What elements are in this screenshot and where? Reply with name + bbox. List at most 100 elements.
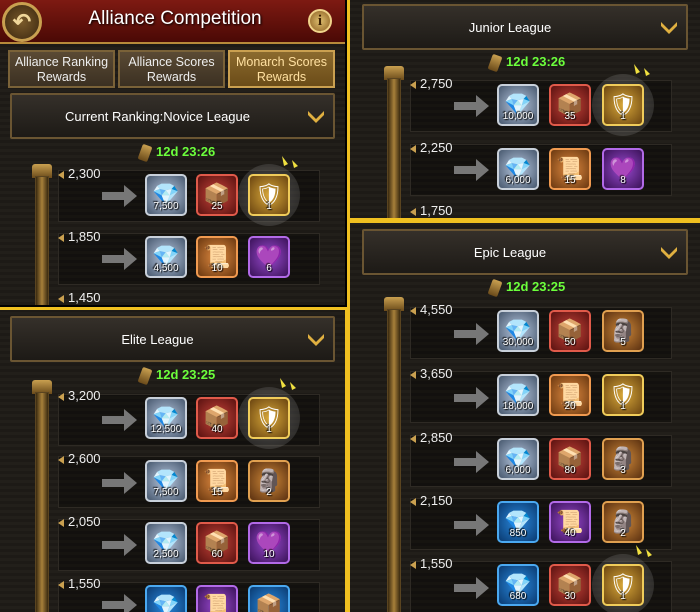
arrow-right-icon	[102, 594, 137, 612]
statue-reward-icon[interactable]: 🗿 2	[602, 501, 644, 543]
sparkle-icon	[636, 545, 652, 557]
score-pole	[387, 78, 401, 218]
arrow-right-icon	[454, 514, 489, 536]
tab-alliance-ranking-rewards[interactable]: Alliance Ranking Rewards	[8, 50, 115, 88]
chest-reward-icon[interactable]: 📦 25	[196, 174, 238, 216]
scroll-reward-icon[interactable]: 📜 10	[196, 236, 238, 278]
scroll-reward-icon[interactable]: 📜 15	[549, 148, 591, 190]
score-threshold: 1,550	[58, 576, 101, 591]
scroll-reward-icon[interactable]: 📜 15	[196, 460, 238, 502]
score-threshold: 2,300	[58, 166, 101, 181]
league-selector-label: Junior League	[468, 20, 552, 35]
gem-reward-icon[interactable]: 💎 2,500	[145, 522, 187, 564]
arrow-right-icon	[454, 95, 489, 117]
score-threshold: 3,200	[58, 388, 101, 403]
score-threshold: 2,250	[410, 140, 453, 155]
score-threshold: 1,450	[58, 290, 101, 305]
arrow-right-icon	[102, 409, 137, 431]
sparkle-icon	[280, 378, 296, 390]
score-threshold: 2,150	[410, 493, 453, 508]
purple-chest-reward-icon[interactable]: 💜 8	[602, 148, 644, 190]
league-selector-label: Current Ranking:Novice League	[65, 109, 250, 124]
league-selector[interactable]: Elite League	[10, 316, 335, 362]
league-selector[interactable]: Current Ranking:Novice League	[10, 93, 335, 139]
crest-reward-icon[interactable]: 🛡 1	[602, 564, 644, 606]
chest-reward-icon[interactable]: 📦 50	[549, 310, 591, 352]
gem-reward-icon[interactable]: 💎 12,500	[145, 397, 187, 439]
novice-pane: ↶ Alliance Competition i Alliance Rankin…	[0, 0, 345, 305]
sparkle-icon	[282, 156, 298, 168]
tab-alliance-scores-rewards[interactable]: Alliance Scores Rewards	[118, 50, 225, 88]
gem-reward-icon[interactable]: 💎 6,000	[497, 148, 539, 190]
arrow-right-icon	[454, 323, 489, 345]
chest-reward-icon[interactable]: 📦 30	[549, 564, 591, 606]
score-pole	[35, 176, 49, 305]
blue-shard-reward-icon[interactable]: 💎	[145, 585, 187, 612]
crest-reward-icon[interactable]: 🛡 1	[602, 84, 644, 126]
score-threshold: 1,850	[58, 229, 101, 244]
crest-reward-icon[interactable]: 🛡 1	[248, 397, 290, 439]
gem-reward-icon[interactable]: 💎 10,000	[497, 84, 539, 126]
league-selector-label: Epic League	[473, 245, 547, 260]
score-threshold: 2,050	[58, 514, 101, 529]
gem-reward-icon[interactable]: 💎 7,500	[145, 460, 187, 502]
score-pole	[387, 309, 401, 612]
timer-text: 12d 23:25	[506, 279, 566, 294]
score-threshold: 2,750	[410, 76, 453, 91]
event-timer: 12d 23:25	[137, 366, 216, 385]
score-threshold: 2,600	[58, 451, 101, 466]
purple-chest-reward-icon[interactable]: 💜 6	[248, 236, 290, 278]
epic-pane: Epic League 12d 23:25 4,550 💎 30,000 📦 50 …	[350, 223, 700, 612]
purple-chest-reward-icon[interactable]: 💜 10	[248, 522, 290, 564]
purple-scroll-reward-icon[interactable]: 📜	[196, 585, 238, 612]
crest-reward-icon[interactable]: 🛡 1	[248, 174, 290, 216]
arrow-right-icon	[454, 451, 489, 473]
hourglass-icon	[137, 143, 153, 162]
timer-text: 12d 23:25	[156, 367, 216, 382]
league-selector[interactable]: Junior League	[362, 4, 688, 50]
league-selector-label: Elite League	[121, 332, 194, 347]
gem-reward-icon[interactable]: 💎 18,000	[497, 374, 539, 416]
statue-reward-icon[interactable]: 🗿 2	[248, 460, 290, 502]
gem-reward-icon[interactable]: 💎 4,500	[145, 236, 187, 278]
league-selector[interactable]: Epic League	[362, 229, 688, 275]
tab-monarch-scores-rewards[interactable]: Monarch Scores Rewards	[228, 50, 335, 88]
statue-reward-icon[interactable]: 🗿 5	[602, 310, 644, 352]
gem-reward-icon[interactable]: 💎 30,000	[497, 310, 539, 352]
arrow-right-icon	[454, 577, 489, 599]
timer-text: 12d 23:26	[156, 144, 216, 159]
title-bar: ↶ Alliance Competition i	[0, 0, 345, 44]
statue-reward-icon[interactable]: 🗿 3	[602, 438, 644, 480]
chest-reward-icon[interactable]: 📦 80	[549, 438, 591, 480]
event-timer: 12d 23:25	[487, 278, 566, 297]
info-icon[interactable]: i	[308, 9, 332, 33]
scroll-reward-icon[interactable]: 📜 20	[549, 374, 591, 416]
arrow-right-icon	[102, 534, 137, 556]
score-threshold: 2,850	[410, 430, 453, 445]
event-timer: 12d 23:26	[487, 53, 566, 72]
back-arrow-icon[interactable]: ↶	[2, 2, 42, 42]
chevron-down-icon	[308, 334, 324, 346]
chest-reward-icon[interactable]: 📦 35	[549, 84, 591, 126]
purple-scroll-reward-icon[interactable]: 📜 40	[549, 501, 591, 543]
chevron-down-icon	[661, 247, 677, 259]
timer-text: 12d 23:26	[506, 54, 566, 69]
arrow-right-icon	[102, 472, 137, 494]
arrow-right-icon	[454, 159, 489, 181]
blue-shard-reward-icon[interactable]: 💎 850	[497, 501, 539, 543]
chevron-down-icon	[661, 22, 677, 34]
score-threshold: 4,550	[410, 302, 453, 317]
junior-pane: Junior League 12d 23:26 2,750 💎 10,000 📦 3…	[350, 0, 700, 218]
arrow-right-icon	[102, 248, 137, 270]
gem-reward-icon[interactable]: 💎 6,000	[497, 438, 539, 480]
gem-reward-icon[interactable]: 💎 7,500	[145, 174, 187, 216]
sparkle-icon	[634, 64, 650, 76]
arrow-right-icon	[454, 387, 489, 409]
chest-reward-icon[interactable]: 📦 40	[196, 397, 238, 439]
chest-reward-icon[interactable]: 📦 60	[196, 522, 238, 564]
hourglass-icon	[487, 53, 503, 72]
event-timer: 12d 23:26	[137, 143, 216, 162]
blue-shard-reward-icon[interactable]: 💎 680	[497, 564, 539, 606]
blue-chest-reward-icon[interactable]: 📦	[248, 585, 290, 612]
crest-reward-icon[interactable]: 🛡 1	[602, 374, 644, 416]
